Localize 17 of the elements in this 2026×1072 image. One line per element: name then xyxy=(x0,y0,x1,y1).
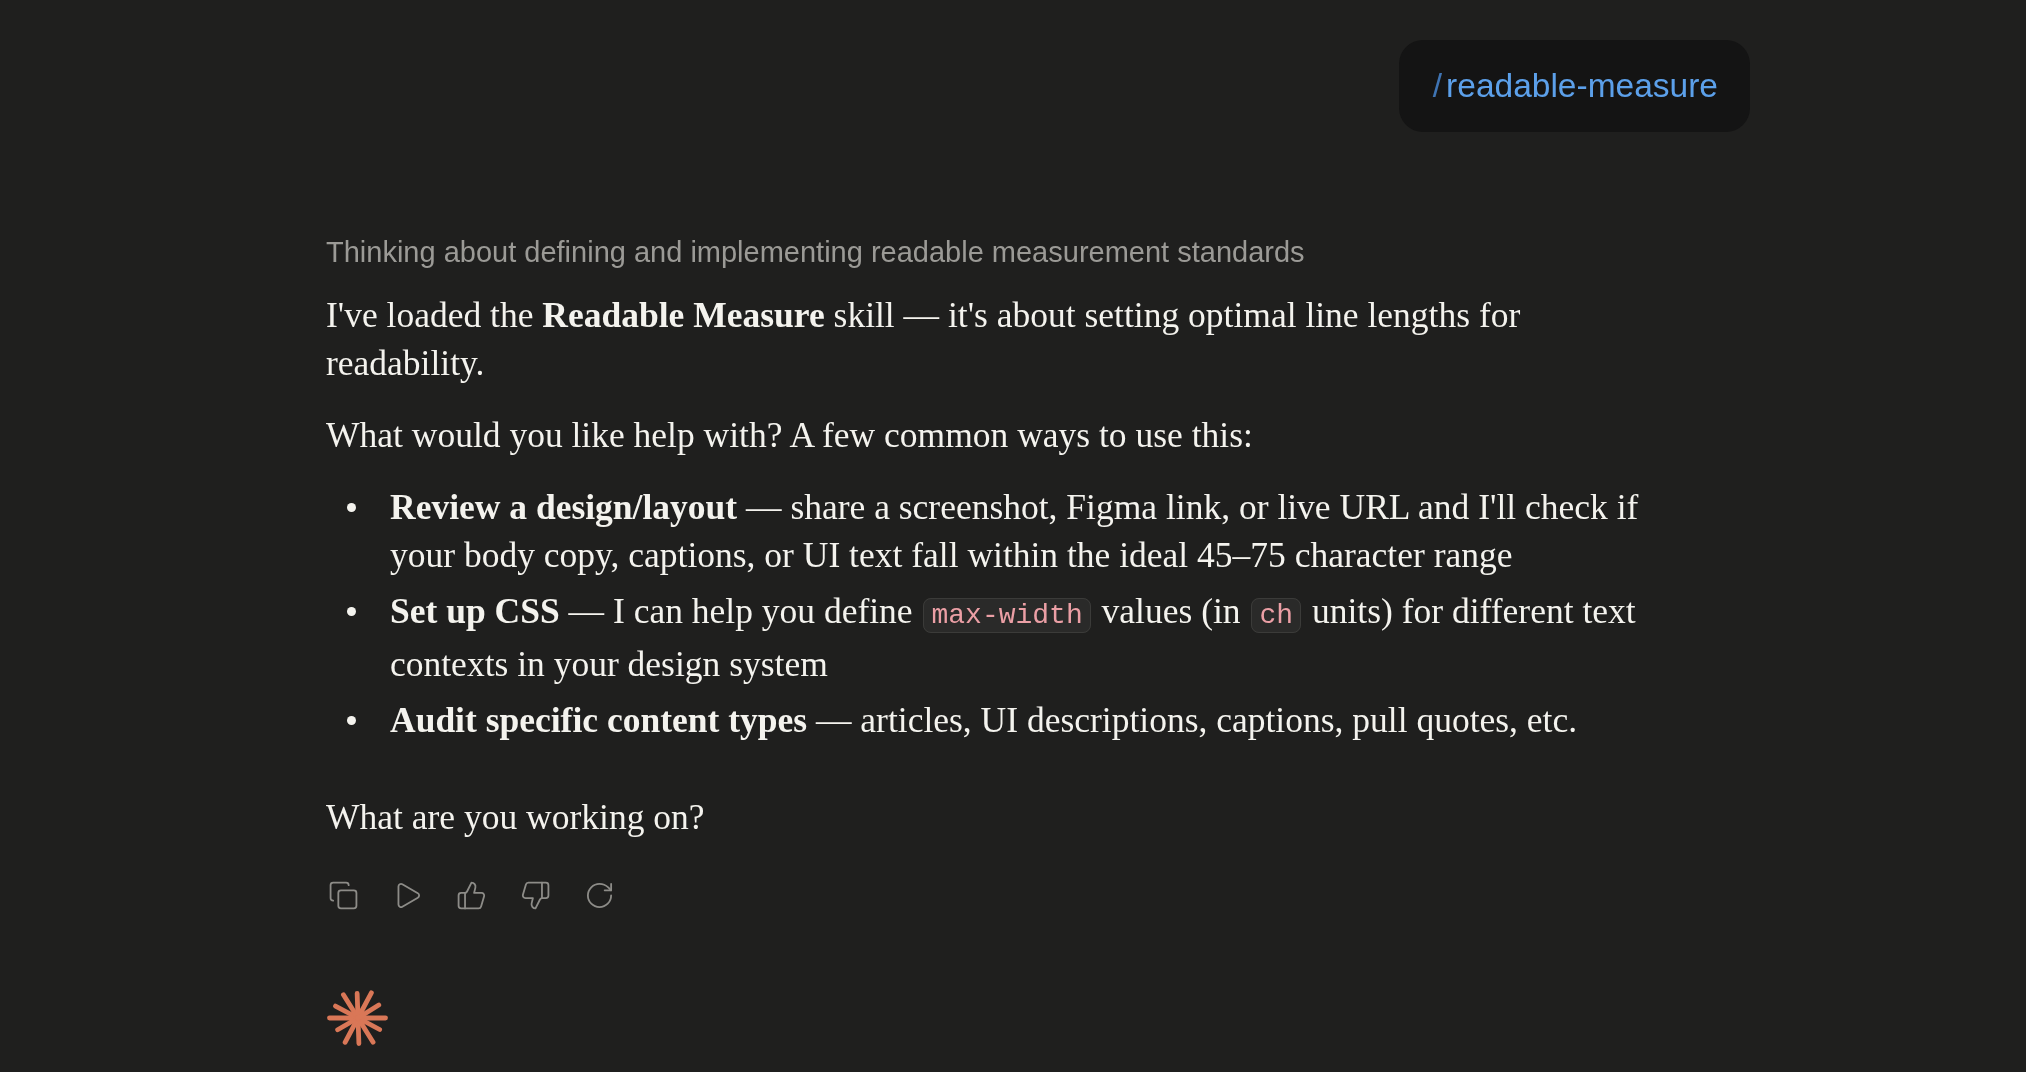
thumbs-up-icon[interactable] xyxy=(456,880,487,911)
inline-code: ch xyxy=(1251,598,1302,633)
refresh-icon[interactable] xyxy=(584,880,615,911)
copy-icon[interactable] xyxy=(328,880,359,911)
thinking-summary[interactable]: Thinking about defining and implementing readable measurement standards xyxy=(326,234,1305,270)
bullet-icon xyxy=(347,606,356,616)
message-paragraph: I've loaded the Readable Measure skill — it's about setting optimal line lengths for readability. xyxy=(326,294,1522,385)
list-item-text: Audit specific content types — articles, UI descriptions, captions, pull quotes, etc. xyxy=(390,699,1579,742)
inline-code: max-width xyxy=(923,598,1091,633)
thumbs-down-icon[interactable] xyxy=(520,880,551,911)
message-paragraph: What are you working on? xyxy=(326,796,706,839)
command-slash: / xyxy=(1432,67,1443,105)
bullet-icon xyxy=(347,502,356,512)
bullet-icon xyxy=(347,715,356,725)
list-item-text: Set up CSS — I can help you define max-width values (in ch units) for different text contexts in your design system xyxy=(390,590,1637,686)
command-name: readable-measure xyxy=(1446,67,1718,105)
message-paragraph: What would you like help with? A few common ways to use this: xyxy=(326,414,1254,457)
